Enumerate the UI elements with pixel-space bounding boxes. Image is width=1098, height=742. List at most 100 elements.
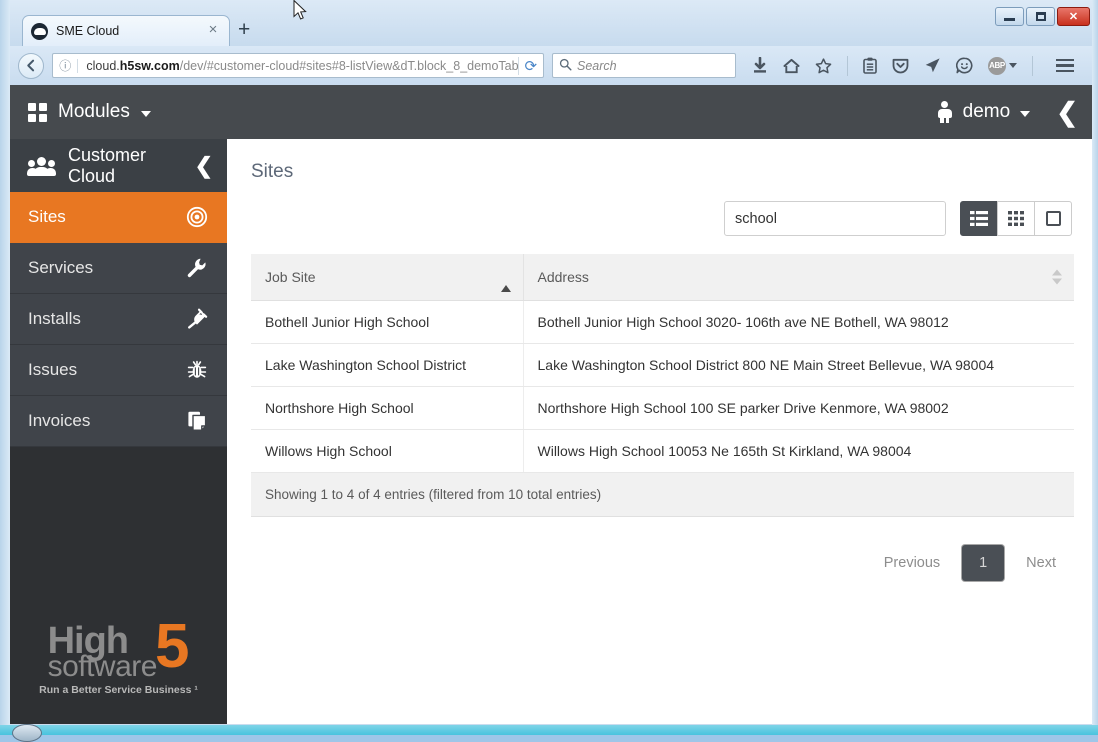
reading-list-icon[interactable] <box>863 57 877 74</box>
table-info-text: Showing 1 to 4 of 4 entries (filtered fr… <box>251 473 1074 517</box>
wrench-icon <box>185 256 209 280</box>
url-text: cloud.h5sw.com/dev/#customer-cloud#sites… <box>78 59 517 73</box>
logo-text-five: 5 <box>154 612 190 681</box>
send-tab-icon[interactable] <box>924 57 941 74</box>
people-group-icon <box>27 156 56 176</box>
sidebar: Customer Cloud ❮ Sites Services Installs <box>10 139 227 724</box>
chevron-down-icon <box>140 111 151 117</box>
app-header: Modules demo ❮ <box>10 85 1092 139</box>
pagination-next[interactable]: Next <box>1014 545 1068 581</box>
url-bar[interactable]: ⓘ cloud.h5sw.com/dev/#customer-cloud#sit… <box>52 53 544 78</box>
cell-address: Willows High School 10053 Ne 165th St Ki… <box>523 429 1074 473</box>
search-input[interactable] <box>724 201 946 236</box>
minimize-button[interactable] <box>995 7 1024 26</box>
toolbar-divider <box>847 55 848 76</box>
tab-strip: SME Cloud × + ✕ <box>0 0 1098 46</box>
sidebar-item-label: Services <box>28 258 94 277</box>
table-header-row: Job Site Address <box>251 254 1074 301</box>
maximize-button[interactable] <box>1026 7 1055 26</box>
module-title: Customer Cloud <box>68 144 147 186</box>
page-title: Sites <box>251 161 294 182</box>
adblock-plus-icon[interactable]: ABP <box>988 56 1017 75</box>
high5-software-logo: High software 5 Run a Better Service Bus… <box>10 612 227 696</box>
smiley-feedback-icon[interactable] <box>956 57 973 74</box>
sidebar-collapse-icon[interactable]: ❮ <box>195 154 213 176</box>
url-prefix: cloud. <box>86 58 120 73</box>
table-head: Job Site Address <box>251 254 1074 301</box>
grid-squares-icon <box>28 102 47 122</box>
column-label: Address <box>537 269 589 285</box>
toolbar-divider-2 <box>1032 55 1033 76</box>
sidebar-item-label: Installs <box>28 309 81 328</box>
plug-icon <box>185 307 209 331</box>
card-view-button[interactable] <box>1034 201 1072 236</box>
download-icon[interactable] <box>752 57 768 74</box>
pagination-page-1[interactable]: 1 <box>962 545 1005 581</box>
cell-job-site: Willows High School <box>251 429 524 473</box>
cell-address: Bothell Junior High School 3020- 106th a… <box>523 300 1074 344</box>
chevron-down-icon <box>1009 63 1017 68</box>
cloud-favicon-icon <box>31 22 48 40</box>
sidebar-item-invoices[interactable]: Invoices <box>10 396 227 447</box>
back-button[interactable] <box>18 52 44 79</box>
window-controls: ✕ <box>995 7 1090 26</box>
cell-job-site: Lake Washington School District <box>251 343 524 387</box>
logo-text-software: software <box>47 650 158 683</box>
sidebar-item-installs[interactable]: Installs <box>10 294 227 345</box>
home-icon[interactable] <box>783 58 800 74</box>
pagination: Previous 1 Next <box>251 545 1074 581</box>
browser-toolbar-icons: ABP <box>752 55 1074 76</box>
table-row[interactable]: Northshore High School Northshore High S… <box>251 386 1074 430</box>
sidebar-item-issues[interactable]: Issues <box>10 345 227 396</box>
search-icon <box>559 58 572 74</box>
column-header-address[interactable]: Address <box>523 254 1074 301</box>
sidebar-module-header[interactable]: Customer Cloud ❮ <box>10 139 227 192</box>
grid-view-button[interactable] <box>997 201 1035 236</box>
cell-job-site: Northshore High School <box>251 386 524 430</box>
new-tab-button[interactable]: + <box>238 19 250 41</box>
pagination-previous[interactable]: Previous <box>872 545 952 581</box>
table-toolbar <box>251 201 1074 236</box>
browser-tab[interactable]: SME Cloud × <box>22 15 230 46</box>
window-frame-right <box>1092 0 1098 735</box>
sidebar-item-sites[interactable]: Sites <box>10 192 227 243</box>
modules-menu[interactable]: Modules <box>28 101 151 123</box>
person-icon <box>937 101 953 123</box>
target-icon <box>185 205 209 229</box>
logo-tagline: Run a Better Service Business ¹ <box>39 684 198 696</box>
list-view-button[interactable] <box>960 201 998 236</box>
close-icon[interactable]: × <box>205 22 221 39</box>
column-header-job-site[interactable]: Job Site <box>251 254 524 301</box>
taskbar <box>0 724 1098 742</box>
cell-address: Northshore High School 100 SE parker Dri… <box>523 386 1074 430</box>
collapse-panel-icon[interactable]: ❮ <box>1056 99 1078 125</box>
bookmark-star-icon[interactable] <box>815 57 832 74</box>
table-row[interactable]: Bothell Junior High School Bothell Junio… <box>251 300 1074 344</box>
close-window-button[interactable]: ✕ <box>1057 7 1090 26</box>
adblock-plus-label: ABP <box>988 56 1006 75</box>
square-outline-icon <box>1045 211 1061 226</box>
reload-icon[interactable]: ⟳ <box>517 56 543 75</box>
table-body: Bothell Junior High School Bothell Junio… <box>251 300 1074 473</box>
sites-table: Job Site Address Bothell Junior High Sch… <box>251 254 1074 473</box>
site-info-icon[interactable]: ⓘ <box>53 58 79 73</box>
pocket-icon[interactable] <box>892 57 909 74</box>
table-row[interactable]: Lake Washington School District Lake Was… <box>251 343 1074 387</box>
sidebar-item-services[interactable]: Services <box>10 243 227 294</box>
browser-navigation-bar: ⓘ cloud.h5sw.com/dev/#customer-cloud#sit… <box>10 46 1092 85</box>
chevron-down-icon <box>1020 111 1031 117</box>
hamburger-menu-icon[interactable] <box>1056 58 1074 73</box>
copy-docs-icon <box>185 409 209 433</box>
column-label: Job Site <box>265 269 316 285</box>
window-frame-left <box>0 0 10 735</box>
user-menu[interactable]: demo ❮ <box>937 99 1078 125</box>
bug-icon <box>185 358 209 382</box>
start-button[interactable] <box>12 724 42 742</box>
tab-title: SME Cloud <box>56 24 120 38</box>
sort-none-icon <box>1052 269 1062 285</box>
table-row[interactable]: Willows High School Willows High School … <box>251 429 1074 473</box>
search-placeholder: Search <box>577 58 617 73</box>
sidebar-item-label: Invoices <box>28 411 91 430</box>
url-host: h5sw.com <box>119 58 180 73</box>
browser-search-box[interactable]: Search <box>552 53 736 78</box>
